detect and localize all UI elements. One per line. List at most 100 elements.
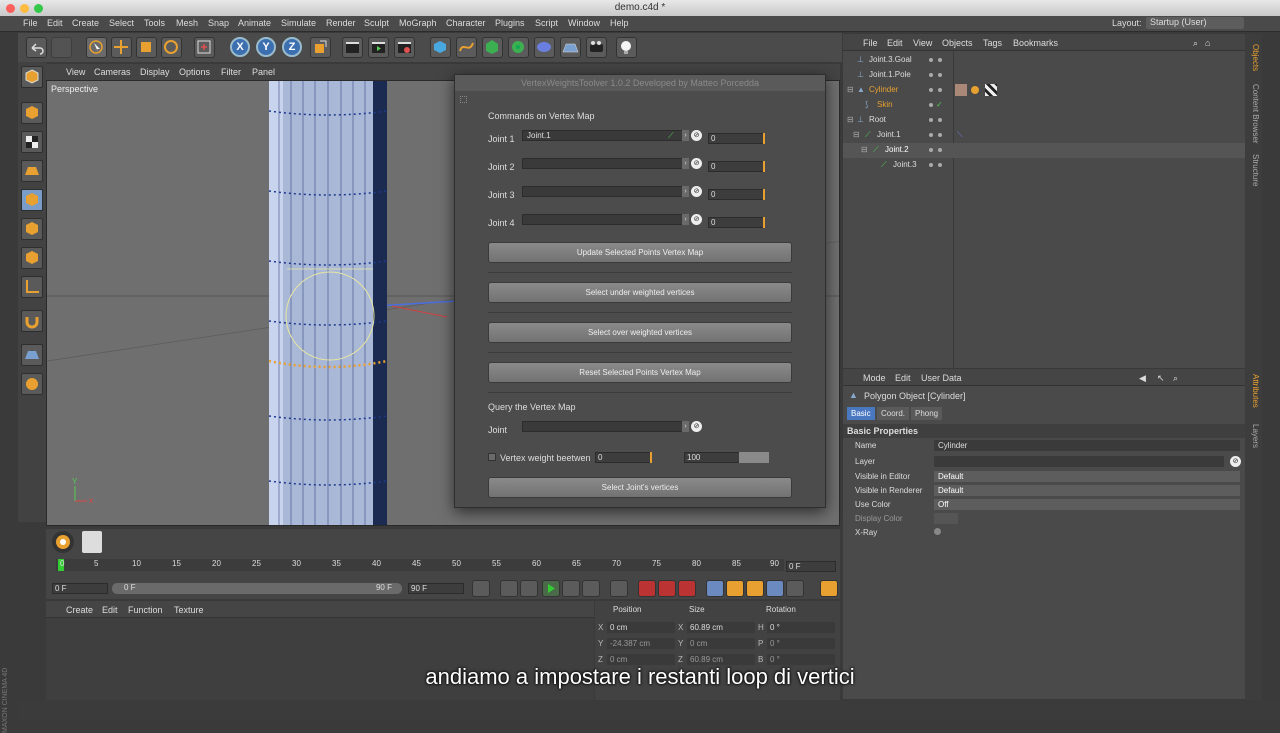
make-editable-button[interactable]: [21, 66, 43, 88]
render-visibility-dot[interactable]: [938, 148, 942, 152]
zoom-window-button[interactable]: [34, 4, 43, 13]
x-axis-lock-icon[interactable]: X: [230, 37, 250, 57]
joint-2-arrow-icon[interactable]: ›: [682, 158, 689, 169]
points-mode-button[interactable]: [21, 189, 43, 211]
render-settings-button[interactable]: [394, 37, 415, 58]
joint-1-value[interactable]: 0: [708, 133, 764, 144]
rotation-key-icon[interactable]: [746, 580, 764, 597]
tab-coord[interactable]: Coord.: [877, 407, 910, 420]
close-window-button[interactable]: [6, 4, 15, 13]
materials-menu-texture[interactable]: Texture: [174, 605, 204, 615]
menu-edit[interactable]: Edit: [47, 18, 63, 28]
objects-menu-tags[interactable]: Tags: [983, 38, 1002, 48]
attributes-menu-edit[interactable]: Edit: [895, 373, 911, 383]
menu-snap[interactable]: Snap: [208, 18, 229, 28]
editor-visibility-dot[interactable]: [929, 73, 933, 77]
render-visibility-dot[interactable]: [938, 163, 942, 167]
deformer-button[interactable]: [534, 37, 555, 58]
objects-menu-view[interactable]: View: [913, 38, 932, 48]
pos-y-field[interactable]: -24.387 cm: [607, 638, 675, 649]
tab-phong[interactable]: Phong: [911, 407, 943, 420]
joint-4-slider-handle[interactable]: [763, 217, 765, 228]
joint-4-arrow-icon[interactable]: ›: [682, 214, 689, 225]
step-forward-icon[interactable]: [562, 580, 580, 597]
pos-x-field[interactable]: 0 cm: [607, 622, 675, 633]
menu-select[interactable]: Select: [109, 18, 134, 28]
go-to-end-icon[interactable]: [610, 580, 628, 597]
viewport-menu-filter[interactable]: Filter: [221, 67, 241, 77]
menu-mograph[interactable]: MoGraph: [399, 18, 437, 28]
joint-1-slider-handle[interactable]: [763, 133, 765, 144]
editor-visibility-dot[interactable]: [929, 118, 933, 122]
viewport-menu-view[interactable]: View: [66, 67, 85, 77]
go-to-start-icon[interactable]: [472, 580, 490, 597]
menu-mesh[interactable]: Mesh: [176, 18, 198, 28]
joint-3-pick-icon[interactable]: ⊘: [691, 186, 702, 197]
polygons-mode-button[interactable]: [21, 247, 43, 269]
texture-tag-icon[interactable]: [985, 84, 997, 96]
step-back-icon[interactable]: [520, 580, 538, 597]
query-joint-arrow-icon[interactable]: ›: [682, 421, 689, 432]
menu-simulate[interactable]: Simulate: [281, 18, 316, 28]
joint-4-pick-icon[interactable]: ⊘: [691, 214, 702, 225]
select-under-weighted-button[interactable]: Select under weighted vertices: [488, 282, 792, 303]
tab-layers-vertical[interactable]: Layers: [1247, 424, 1260, 448]
back-arrow-icon[interactable]: ◀: [1139, 373, 1146, 384]
joint-1-link-field[interactable]: Joint.1: [522, 130, 684, 141]
display-color-swatch[interactable]: [934, 513, 958, 524]
menu-sculpt[interactable]: Sculpt: [364, 18, 389, 28]
edges-mode-button[interactable]: [21, 218, 43, 240]
joint-3-link-field[interactable]: [522, 186, 684, 197]
dialog-title[interactable]: VertexWeightsToolver 1.0.2 Developed by …: [455, 75, 825, 91]
rot-p-field[interactable]: 0 °: [767, 638, 835, 649]
collapse-icon[interactable]: ⊟: [861, 145, 868, 154]
materials-menu-edit[interactable]: Edit: [102, 605, 118, 615]
live-selection-button[interactable]: [86, 37, 107, 58]
select-over-weighted-button[interactable]: Select over weighted vertices: [488, 322, 792, 343]
joint-3-slider-handle[interactable]: [763, 189, 765, 200]
reset-selected-points-button[interactable]: Reset Selected Points Vertex Map: [488, 362, 792, 383]
prop-name-field[interactable]: Cylinder: [934, 440, 1240, 451]
collapse-icon[interactable]: ⊟: [847, 115, 854, 124]
vertex-map-tag-icon[interactable]: [955, 84, 967, 96]
light-button[interactable]: [616, 37, 637, 58]
snap-button[interactable]: [21, 310, 43, 332]
object-row[interactable]: ⟋ Joint.3: [843, 158, 1245, 173]
scale-button[interactable]: [136, 37, 157, 58]
current-frame-field[interactable]: 0 F: [786, 561, 836, 572]
prop-layer-field[interactable]: [934, 456, 1224, 467]
vertex-weight-checkbox[interactable]: [488, 453, 496, 461]
tab-structure-vertical[interactable]: Structure: [1247, 154, 1260, 186]
home-icon[interactable]: ⌂: [1205, 38, 1210, 48]
menu-animate[interactable]: Animate: [238, 18, 271, 28]
search-icon[interactable]: ⌕: [1173, 373, 1178, 384]
prop-visible-editor-dropdown[interactable]: Default: [934, 471, 1240, 482]
rotate-button[interactable]: [161, 37, 182, 58]
menu-create[interactable]: Create: [72, 18, 99, 28]
update-selected-points-button[interactable]: Update Selected Points Vertex Map: [488, 242, 792, 263]
record-active-icon[interactable]: [638, 580, 656, 597]
timeline-window-icon[interactable]: [820, 580, 838, 597]
size-y-field[interactable]: 0 cm: [687, 638, 755, 649]
menu-script[interactable]: Script: [535, 18, 558, 28]
camera-button[interactable]: [586, 37, 607, 58]
menu-help[interactable]: Help: [610, 18, 629, 28]
object-row[interactable]: ⊟ ⟋ Joint.1 ⟍: [843, 128, 1245, 143]
play-icon[interactable]: [542, 580, 560, 597]
objects-menu-objects[interactable]: Objects: [942, 38, 973, 48]
prop-use-color-dropdown[interactable]: Off: [934, 499, 1240, 510]
forward-arrow-icon[interactable]: ↖: [1157, 373, 1165, 384]
layout-dropdown[interactable]: Startup (User): [1146, 17, 1244, 29]
menu-character[interactable]: Character: [446, 18, 486, 28]
joint-3-value[interactable]: 0: [708, 189, 764, 200]
render-visibility-dot[interactable]: [938, 133, 942, 137]
collapse-icon[interactable]: ⊟: [847, 85, 854, 94]
menu-window[interactable]: Window: [568, 18, 600, 28]
model-mode-button[interactable]: [21, 102, 43, 124]
query-joint-pick-icon[interactable]: ⊘: [691, 421, 702, 432]
coordinate-system-button[interactable]: [310, 37, 331, 58]
range-slider[interactable]: 0 F 90 F: [112, 583, 402, 594]
menu-plugins[interactable]: Plugins: [495, 18, 525, 28]
search-icon[interactable]: ⌕: [1193, 38, 1198, 49]
materials-menu-function[interactable]: Function: [128, 605, 163, 615]
